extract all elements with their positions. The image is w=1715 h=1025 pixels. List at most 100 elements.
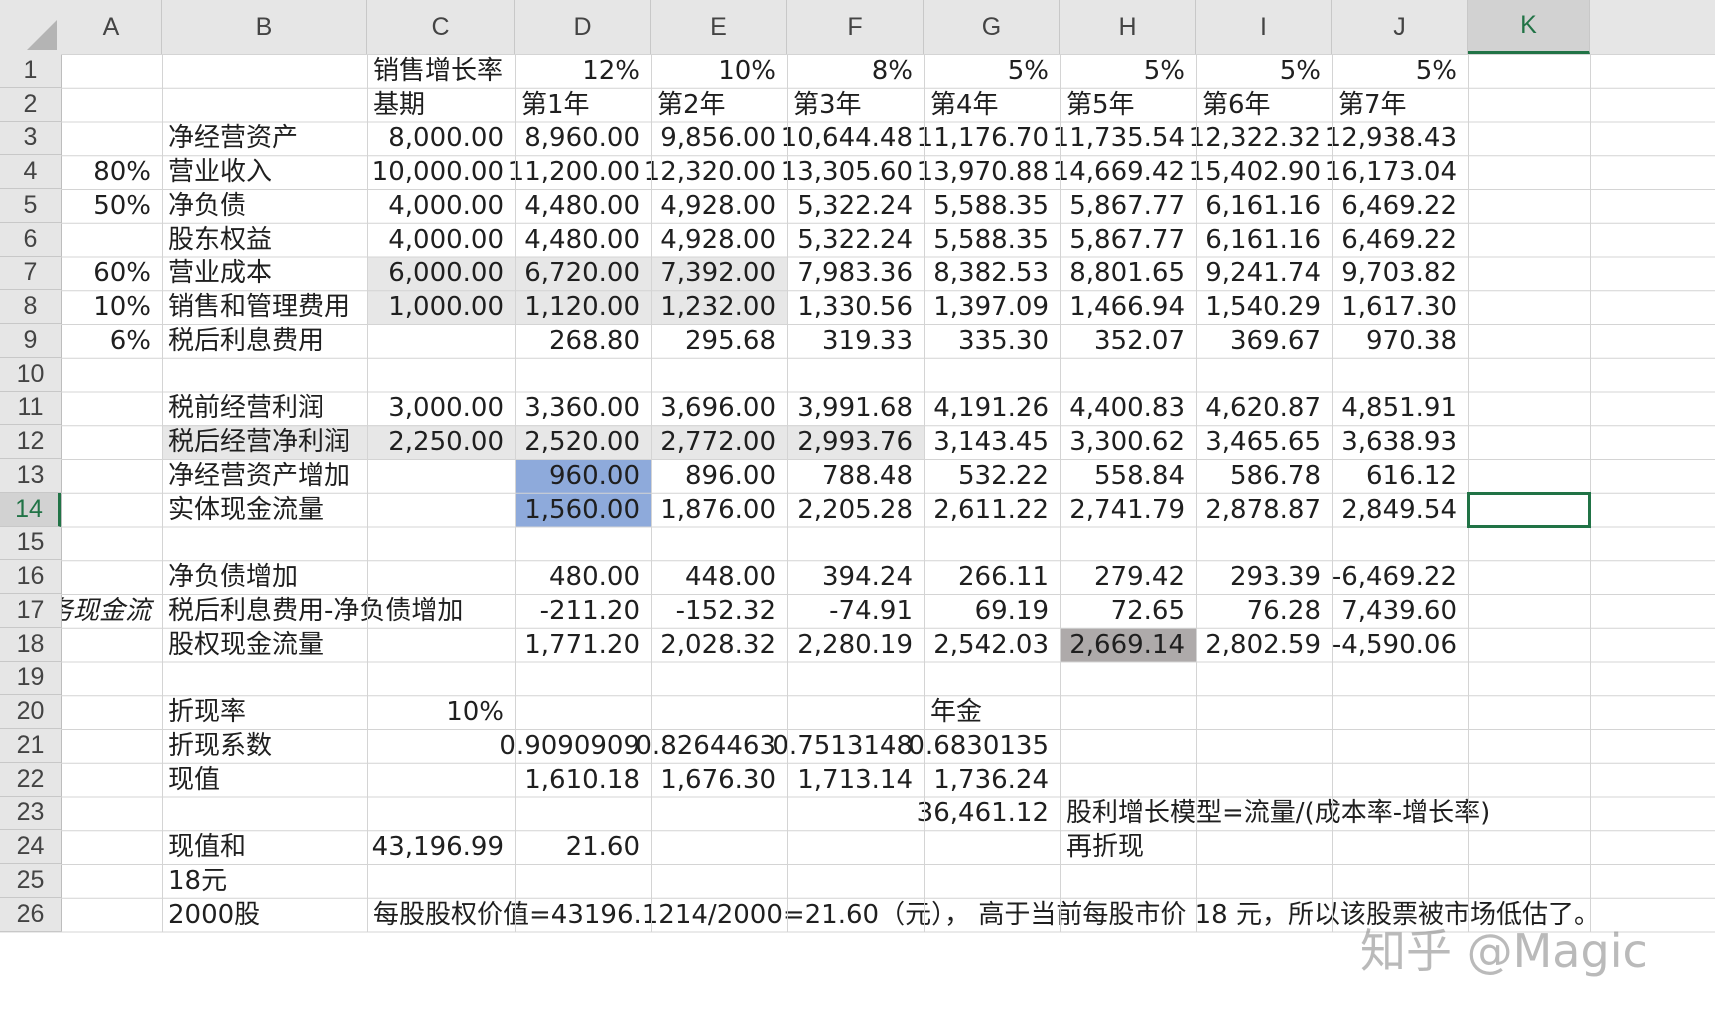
cell-i7[interactable]: 9,241.74 [1196,257,1332,291]
cell-b13[interactable]: 净经营资产增加 [162,459,367,493]
cell-b21[interactable]: 折现系数 [162,729,367,763]
row-header-12[interactable]: 12 [0,425,61,459]
cell-a7[interactable]: 60% [61,257,162,291]
cell-d9[interactable]: 268.80 [515,324,651,358]
cell-h2[interactable]: 第5年 [1060,88,1196,122]
cell-c5[interactable]: 4,000.00 [367,189,515,223]
cell-i11[interactable]: 4,620.87 [1196,392,1332,426]
column-header-j[interactable]: J [1332,0,1468,54]
cell-i2[interactable]: 第6年 [1196,88,1332,122]
cell-c26[interactable]: 每股股权价值=43196.1214/2000=21.60（元）， 高于当前每股市… [367,898,1600,932]
cell-f5[interactable]: 5,322.24 [787,189,924,223]
cell-i17[interactable]: 76.28 [1196,594,1332,628]
row-header-15[interactable]: 15 [0,526,61,561]
cell-e5[interactable]: 4,928.00 [651,189,787,223]
cell-f2[interactable]: 第3年 [787,88,924,122]
cell-g9[interactable]: 335.30 [924,324,1060,358]
cell-e6[interactable]: 4,928.00 [651,223,787,257]
cell-d11[interactable]: 3,360.00 [515,392,651,426]
cell-g3[interactable]: 11,176.70 [917,122,1060,156]
column-header-f[interactable]: F [787,0,924,54]
cell-b18[interactable]: 股权现金流量 [162,628,367,662]
cell-b26[interactable]: 2000股 [162,898,367,932]
cell-j1[interactable]: 5% [1332,54,1468,88]
cell-g23[interactable]: 36,461.12 [917,797,1060,831]
cell-f13[interactable]: 788.48 [787,459,924,493]
cell-f21[interactable]: 0.7513148 [772,729,924,763]
cell-a9[interactable]: 6% [61,324,162,358]
cell-f12[interactable]: 2,993.76 [787,425,924,459]
cell-d3[interactable]: 8,960.00 [515,122,651,156]
cell-b22[interactable]: 现值 [162,763,367,797]
row-header-5[interactable]: 5 [0,189,61,223]
cell-i18[interactable]: 2,802.59 [1196,628,1332,662]
cell-b9[interactable]: 税后利息费用 [162,324,367,358]
cell-j9[interactable]: 970.38 [1332,324,1468,358]
cell-b6[interactable]: 股东权益 [162,223,367,257]
cell-j11[interactable]: 4,851.91 [1332,392,1468,426]
cell-b7[interactable]: 营业成本 [162,257,367,291]
cell-j17[interactable]: 7,439.60 [1332,594,1468,628]
cell-c7[interactable]: 6,000.00 [367,256,515,291]
cell-d24[interactable]: 21.60 [515,830,651,864]
cell-g21[interactable]: 0.6830135 [908,729,1060,763]
row-header-4[interactable]: 4 [0,155,61,189]
row-header-24[interactable]: 24 [0,830,61,864]
row-header-25[interactable]: 25 [0,864,61,898]
cell-b11[interactable]: 税前经营利润 [162,392,367,426]
cell-a17[interactable]: 务现金流 [61,594,162,628]
cell-i3[interactable]: 12,322.32 [1189,122,1332,156]
cell-g5[interactable]: 5,588.35 [924,189,1060,223]
cell-g18[interactable]: 2,542.03 [924,628,1060,662]
row-header-11[interactable]: 11 [0,391,61,426]
cell-i6[interactable]: 6,161.16 [1196,223,1332,257]
cell-h16[interactable]: 279.42 [1060,560,1196,594]
cell-d18[interactable]: 1,771.20 [515,628,651,662]
cell-h17[interactable]: 72.65 [1060,594,1196,628]
cell-f18[interactable]: 2,280.19 [787,628,924,662]
cell-h14[interactable]: 2,741.79 [1060,493,1196,527]
cell-d2[interactable]: 第1年 [515,88,651,122]
cell-e21[interactable]: 0.8264463 [635,729,787,763]
cell-f1[interactable]: 8% [787,54,924,88]
cell-g13[interactable]: 532.22 [924,459,1060,493]
cell-j16[interactable]: -6,469.22 [1332,560,1468,594]
column-header-a[interactable]: A [61,0,162,54]
cell-d5[interactable]: 4,480.00 [515,189,651,223]
column-header-k[interactable]: K [1468,0,1590,54]
row-header-18[interactable]: 18 [0,627,61,662]
cell-e4[interactable]: 12,320.00 [644,155,787,189]
cell-e3[interactable]: 9,856.00 [651,122,787,156]
cell-b20[interactable]: 折现率 [162,695,367,729]
row-header-9[interactable]: 9 [0,324,61,358]
cell-c24[interactable]: 43,196.99 [367,830,515,864]
row-header-26[interactable]: 26 [0,897,61,932]
column-header-e[interactable]: E [651,0,787,54]
column-header-i[interactable]: I [1196,0,1332,54]
cell-j5[interactable]: 6,469.22 [1332,189,1468,223]
row-header-16[interactable]: 16 [0,560,61,594]
row-header-17[interactable]: 17 [0,594,61,628]
cell-d13[interactable]: 960.00 [515,459,651,493]
cell-d17[interactable]: -211.20 [515,594,651,628]
cell-d12[interactable]: 2,520.00 [515,425,651,459]
cell-i5[interactable]: 6,161.16 [1196,189,1332,223]
cell-h3[interactable]: 11,735.54 [1053,122,1196,156]
cell-e17[interactable]: -152.32 [651,594,787,628]
cell-i13[interactable]: 586.78 [1196,459,1332,493]
cell-i16[interactable]: 293.39 [1196,560,1332,594]
row-header-19[interactable]: 19 [0,661,61,696]
cell-e13[interactable]: 896.00 [651,459,787,493]
cell-b14[interactable]: 实体现金流量 [162,493,367,527]
select-all-corner[interactable] [0,0,61,54]
row-header-8[interactable]: 8 [0,290,61,324]
cell-f17[interactable]: -74.91 [787,594,924,628]
cell-h18[interactable]: 2,669.14 [1060,627,1196,662]
cell-j12[interactable]: 3,638.93 [1332,425,1468,459]
cell-g2[interactable]: 第4年 [924,88,1060,122]
column-header-b[interactable]: B [162,0,367,54]
cell-c3[interactable]: 8,000.00 [367,122,515,156]
row-header-23[interactable]: 23 [0,796,61,831]
cell-h4[interactable]: 14,669.42 [1053,155,1196,189]
cell-j7[interactable]: 9,703.82 [1332,257,1468,291]
